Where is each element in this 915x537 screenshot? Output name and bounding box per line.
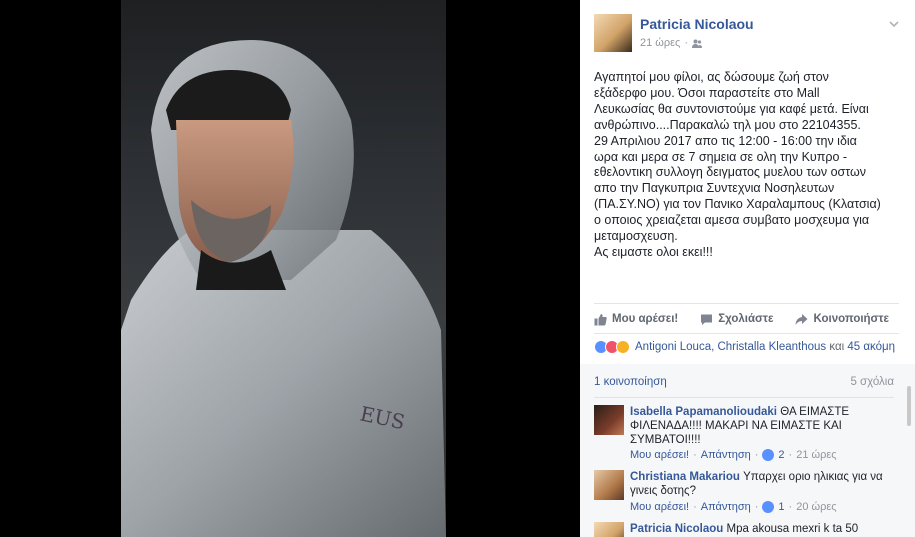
commenter-avatar[interactable]: [594, 522, 624, 537]
comment-like-count[interactable]: 1: [778, 501, 784, 513]
reactor-names[interactable]: Antigoni Louca, Christalla Kleanthous: [635, 341, 826, 353]
comment-item: Christiana Makariou Υπαρχει οριο ηλικιας…: [594, 470, 894, 516]
comment-actions: Μου αρέσει! · Απάντηση · 2 · 21 ώρες: [630, 449, 837, 461]
like-label: Μου αρέσει!: [612, 313, 679, 325]
sep-dot: ·: [693, 449, 697, 461]
comment-like-count[interactable]: 2: [778, 449, 784, 461]
thumbs-up-icon: [594, 313, 607, 325]
comment-item: Patricia Nicolaou Mpa akousa mexri k ta …: [594, 522, 894, 537]
reactor-others[interactable]: 45 ακόμη: [847, 341, 895, 353]
divider: [594, 397, 894, 398]
sep-dot: ·: [788, 449, 793, 461]
share-label: Κοινοποιήστε: [813, 313, 890, 325]
post-header: Patricia Nicolaou 21 ώρες ·: [594, 12, 904, 56]
comment-body: Patricia Nicolaou Mpa akousa mexri k ta …: [630, 522, 888, 536]
comment-like-link[interactable]: Μου αρέσει!: [630, 449, 689, 461]
comment-label: Σχολιάστε: [718, 313, 774, 325]
chevron-down-icon[interactable]: [886, 16, 902, 32]
sep-dot: ·: [693, 501, 697, 513]
commenter-avatar[interactable]: [594, 470, 624, 500]
comment-reply-link[interactable]: Απάντηση: [701, 501, 751, 513]
author-avatar[interactable]: [594, 14, 632, 52]
meta-dot: ·: [684, 37, 689, 49]
post-actions: Μου αρέσει! Σχολιάστε Κοινοποιήστε: [594, 309, 899, 329]
reactions-row[interactable]: Antigoni Louca, Christalla Kleanthous κα…: [594, 340, 895, 354]
photo-viewer: EUS: [0, 0, 580, 537]
like-button[interactable]: Μου αρέσει!: [594, 313, 678, 326]
comment-button[interactable]: Σχολιάστε: [700, 313, 773, 326]
comment-item: Isabella Papamanolioudaki ΘΑ ΕΙΜΑΣΤΕ ΦΙΛ…: [594, 405, 894, 465]
comment-body: Christiana Makariou Υπαρχει οριο ηλικιας…: [630, 470, 888, 498]
commenter-avatar[interactable]: [594, 405, 624, 435]
comment-like-link[interactable]: Μου αρέσει!: [630, 501, 689, 513]
comments-count[interactable]: 5 σχόλια: [850, 376, 894, 388]
sep-dot: ·: [754, 449, 759, 461]
like-count-icon: [762, 501, 775, 513]
comment-time[interactable]: 20 ώρες: [796, 501, 836, 513]
divider: [594, 333, 899, 334]
commenter-name[interactable]: Patricia Nicolaou: [630, 523, 723, 535]
commenter-name[interactable]: Christiana Makariou: [630, 471, 740, 483]
reaction-summary: Antigoni Louca, Christalla Kleanthous κα…: [635, 341, 895, 353]
sad-reaction-icon: [616, 340, 630, 354]
comment-reply-link[interactable]: Απάντηση: [701, 449, 751, 461]
like-count-icon: [762, 449, 775, 461]
comment-text: Mpa akousa mexri k ta 50: [726, 523, 859, 535]
comment-time[interactable]: 21 ώρες: [796, 449, 836, 461]
divider: [594, 303, 899, 304]
post-meta: 21 ώρες ·: [640, 37, 703, 49]
reactor-connector: και: [829, 341, 845, 353]
post-time[interactable]: 21 ώρες: [640, 37, 680, 49]
sep-dot: ·: [788, 501, 793, 513]
author-name[interactable]: Patricia Nicolaou: [640, 16, 754, 32]
post-text: Αγαπητοί μου φίλοι, ας δώσουμε ζωή στον …: [594, 70, 881, 259]
commenter-name[interactable]: Isabella Papamanolioudaki: [630, 406, 777, 418]
share-icon: [795, 313, 808, 325]
comment-actions: Μου αρέσει! · Απάντηση · 1 · 20 ώρες: [630, 501, 837, 513]
stats-row: 1 κοινοποίηση 5 σχόλια: [594, 376, 894, 388]
share-button[interactable]: Κοινοποιήστε: [795, 313, 889, 326]
sep-dot: ·: [754, 501, 759, 513]
photo-illustration: EUS: [121, 40, 446, 537]
shares-count[interactable]: 1 κοινοποίηση: [594, 376, 667, 388]
post-photo[interactable]: EUS: [121, 0, 446, 537]
friends-icon[interactable]: [692, 39, 703, 48]
comment-body: Isabella Papamanolioudaki ΘΑ ΕΙΜΑΣΤΕ ΦΙΛ…: [630, 405, 888, 447]
comment-icon: [701, 314, 713, 325]
comments-scrollbar[interactable]: [907, 386, 911, 426]
